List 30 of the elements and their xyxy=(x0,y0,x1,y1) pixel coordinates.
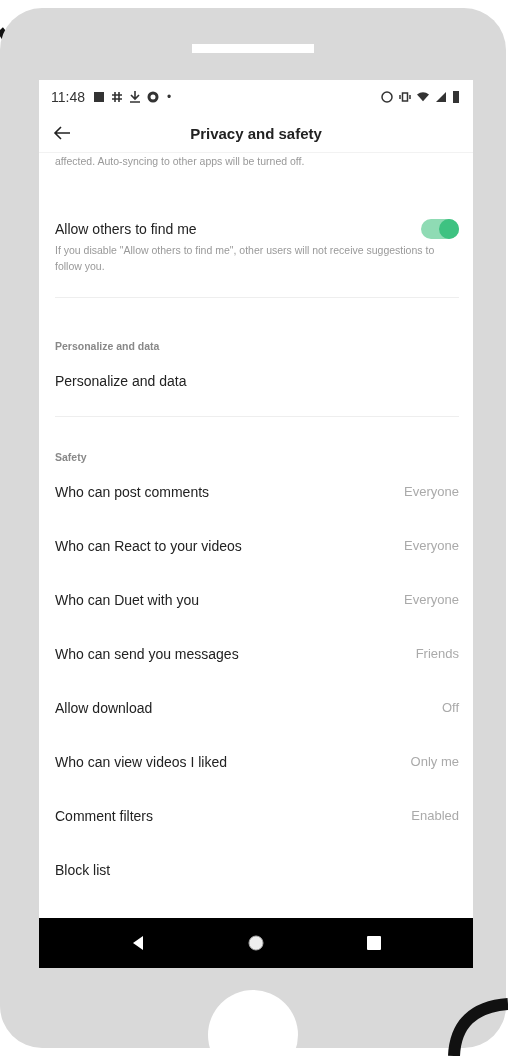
status-dot: • xyxy=(167,90,172,104)
section-header: Personalize and data xyxy=(55,339,161,352)
decorative-arc xyxy=(448,996,508,1056)
vibrate-icon xyxy=(399,91,411,103)
settings-row[interactable]: Block list xyxy=(55,842,459,897)
settings-row[interactable]: Who can post comments Everyone xyxy=(55,464,459,519)
settings-row[interactable]: Comment filters Enabled xyxy=(55,788,459,843)
battery-icon xyxy=(453,91,459,103)
image-icon xyxy=(93,91,105,103)
wifi-icon xyxy=(417,91,429,103)
back-arrow-icon[interactable] xyxy=(53,126,71,140)
hash-icon xyxy=(111,91,123,103)
status-time: 11:48 xyxy=(51,89,85,105)
settings-row[interactable]: Allow download Off xyxy=(55,680,459,735)
download-icon xyxy=(129,91,141,103)
setting-label: Allow others to find me xyxy=(55,221,197,237)
settings-row[interactable]: Who can React to your videos Everyone xyxy=(55,518,459,573)
settings-row[interactable]: Who can view videos I liked Only me xyxy=(55,734,459,789)
circle-icon xyxy=(147,91,159,103)
home-icon[interactable] xyxy=(248,935,264,951)
toggle-switch[interactable] xyxy=(421,219,459,239)
page-title: Privacy and safety xyxy=(189,124,323,142)
section-header: Safety xyxy=(55,450,88,463)
settings-row[interactable]: Personalize and data xyxy=(55,353,459,408)
signal-icon xyxy=(435,91,447,103)
description-text: If you disable "Allow others to find me", other users will not receive suggestions to follow you. xyxy=(55,243,436,274)
description-text: affected. Auto-syncing to other apps will be turned off. xyxy=(55,155,306,167)
settings-row[interactable]: Who can Duet with you Everyone xyxy=(55,572,459,627)
settings-row[interactable]: Who can send you messages Friends xyxy=(55,626,459,681)
recents-icon[interactable] xyxy=(366,935,382,951)
